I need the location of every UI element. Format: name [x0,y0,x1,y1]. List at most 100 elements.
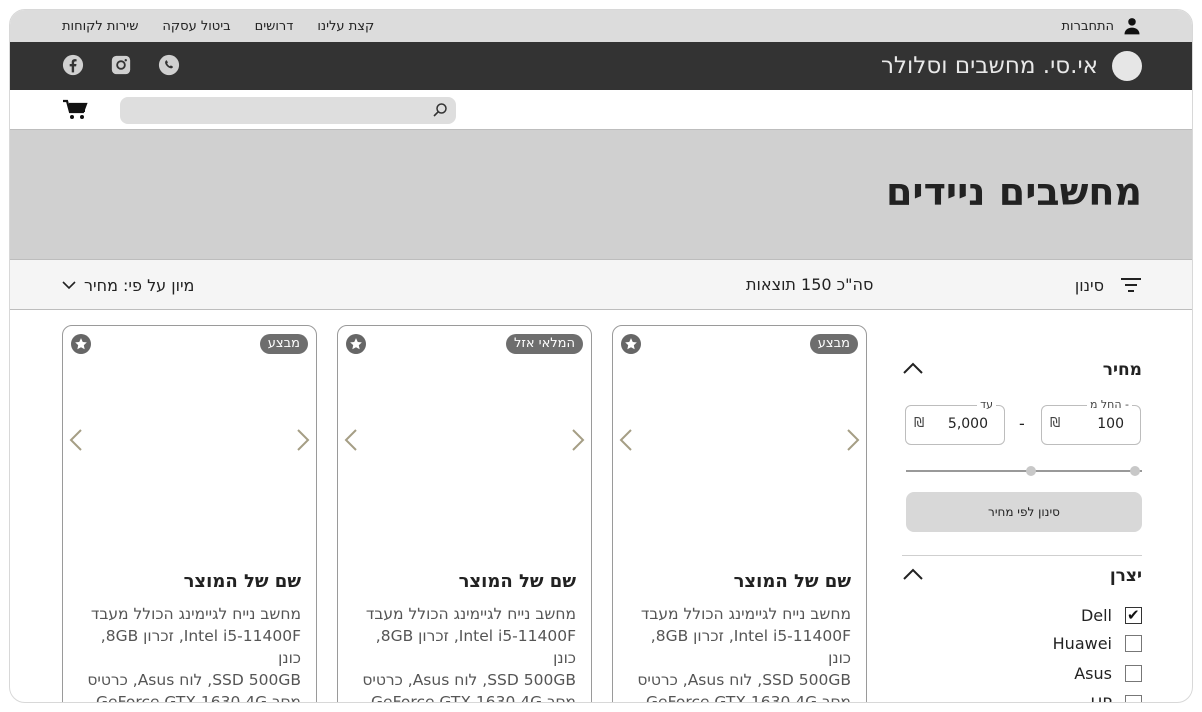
search-icon[interactable] [432,102,448,118]
price-to-field[interactable]: עד 5,000 ₪ [905,398,1005,445]
product-card[interactable]: מבצע שם של המוצר מחשב נייח לגיימינג הכול… [62,325,317,702]
checkbox[interactable] [1125,606,1142,624]
slider-track [906,470,1142,472]
product-badge: מבצע [809,334,858,354]
top-links: קצת עלינו דרושים ביטול עסקה שירות לקוחות [62,10,374,42]
social-links [62,54,180,76]
favorite-button[interactable] [346,334,366,354]
price-section-title: מחיר [1102,360,1142,380]
price-from-value[interactable]: 100 [1097,416,1124,432]
category-title: מחשבים ניידים [885,170,1142,214]
product-name[interactable]: שם של המוצר [734,571,851,592]
description-line: Intel i5-11400F, זכרון 8GB, כונן [375,627,576,667]
description-line: מסך GeForce GTX 1630 4G... [631,693,851,703]
section-divider [902,555,1142,556]
price-range-slider[interactable] [906,466,1142,476]
product-badge: מבצע [259,334,308,354]
slider-handle-max[interactable] [1129,466,1140,476]
slider-handle-min[interactable] [1026,466,1037,476]
price-from-field[interactable]: החל מ - 100 ₪ [1041,398,1141,445]
whatsapp-icon[interactable] [158,54,180,76]
product-card[interactable]: המלאי אזל שם של המוצר מחשב נייח לגיימינג… [337,325,592,703]
cart-icon[interactable] [62,99,88,121]
star-icon [625,338,637,350]
filter-label: סינון [1074,275,1104,295]
description-line: מחשב נייח לגיימינג הכולל מעבד [90,605,301,623]
login-button[interactable]: התחברות [1062,10,1142,42]
currency-symbol: ₪ [914,416,925,431]
top-utility-bar: קצת עלינו דרושים ביטול עסקה שירות לקוחות… [10,10,1192,42]
product-card[interactable]: מבצע שם של המוצר מחשב נייח לגיימינג הכול… [612,325,867,703]
chevron-up-icon[interactable] [902,566,924,582]
manufacturer-section-header[interactable]: יצרן [902,561,1142,591]
search-box[interactable] [120,97,456,124]
chevron-down-icon [62,281,76,290]
filter-toggle[interactable]: סינון [1075,260,1142,310]
checkbox[interactable] [1125,635,1142,652]
sort-dropdown[interactable]: מיון על פי: מחיר [62,260,194,310]
favorite-button[interactable] [621,334,641,354]
description-line: Intel i5-11400F, זכרון 8GB, כונן [100,627,301,667]
product-description: מחשב נייח לגיימינג הכולל מעבד Intel i5-1… [76,603,301,702]
manufacturer-label: HP [1090,693,1112,702]
apply-price-filter-button[interactable]: סינון לפי מחיר [906,492,1142,532]
search-input[interactable] [128,97,428,124]
price-from-label: החל מ - [1086,398,1132,411]
product-name[interactable]: שם של המוצר [184,571,301,592]
description-line: מחשב נייח לגיימינג הכולל מעבד [365,605,576,623]
login-label: התחברות [1061,18,1114,34]
currency-symbol: ₪ [1050,416,1061,431]
manufacturer-label: Huawei [1052,634,1112,653]
sort-label: מיון על פי: מחיר [84,275,195,295]
description-line: SSD 500GB, לוח Asus, כרטיס [87,671,301,689]
product-description: מחשב נייח לגיימינג הכולל מעבד Intel i5-1… [626,603,851,703]
manufacturer-option-huawei[interactable]: Huawei [942,633,1142,655]
manufacturer-option-asus[interactable]: Asus [942,663,1142,685]
product-description: מחשב נייח לגיימינג הכולל מעבד Intel i5-1… [351,603,576,703]
search-row [10,90,1192,130]
price-section-header[interactable]: מחיר [902,355,1142,385]
filter-bar: סינון סה"כ 150 תוצאות מיון על פי: מחיר [10,260,1192,310]
star-icon [350,338,362,350]
range-dash: - [1019,414,1025,433]
description-line: Intel i5-11400F, זכרון 8GB, כונן [650,627,851,667]
checkbox[interactable] [1125,695,1142,702]
link-about[interactable]: קצת עלינו [317,19,374,34]
chevron-right-icon[interactable] [296,428,310,452]
results-count: סה"כ 150 תוצאות [746,275,874,294]
price-to-label: עד [977,398,996,411]
manufacturer-option-dell[interactable]: Dell [942,605,1142,627]
chevron-right-icon[interactable] [846,428,860,452]
store-logo[interactable] [1112,51,1142,81]
price-to-value[interactable]: 5,000 [948,416,988,432]
facebook-icon[interactable] [62,54,84,76]
product-name[interactable]: שם של המוצר [459,571,576,592]
filter-icon [1121,278,1141,292]
filter-sidebar: מחיר החל מ - 100 ₪ - עד 5,000 ₪ סינון לפ… [902,310,1142,702]
description-line: SSD 500GB, לוח Asus, כרטיס [362,671,576,689]
link-careers[interactable]: דרושים [255,19,294,34]
description-line: מסך GeForce GTX 1630 4G... [356,693,576,703]
category-hero: מחשבים ניידים [10,130,1192,260]
chevron-left-icon[interactable] [69,428,83,452]
brand-bar: אי.סי. מחשבים וסלולר [10,42,1192,90]
chevron-left-icon[interactable] [619,428,633,452]
description-line: SSD 500GB, לוח Asus, כרטיס [637,671,851,689]
manufacturer-option-hp[interactable]: HP [942,693,1142,702]
manufacturer-label: Asus [1074,664,1112,683]
favorite-button[interactable] [71,334,91,354]
product-badge: המלאי אזל [505,334,583,354]
link-cancel-order[interactable]: ביטול עסקה [162,19,230,34]
chevron-left-icon[interactable] [344,428,358,452]
manufacturer-section-title: יצרן [1109,566,1142,586]
instagram-icon[interactable] [110,54,132,76]
page-frame: קצת עלינו דרושים ביטול עסקה שירות לקוחות… [9,9,1193,703]
chevron-right-icon[interactable] [571,428,585,452]
checkbox[interactable] [1125,665,1142,682]
description-line: מחשב נייח לגיימינג הכולל מעבד [640,605,851,623]
star-icon [75,338,87,350]
store-name[interactable]: אי.סי. מחשבים וסלולר [881,42,1098,90]
chevron-up-icon[interactable] [902,360,924,376]
link-customer-service[interactable]: שירות לקוחות [62,19,138,34]
manufacturer-label: Dell [1080,606,1112,625]
